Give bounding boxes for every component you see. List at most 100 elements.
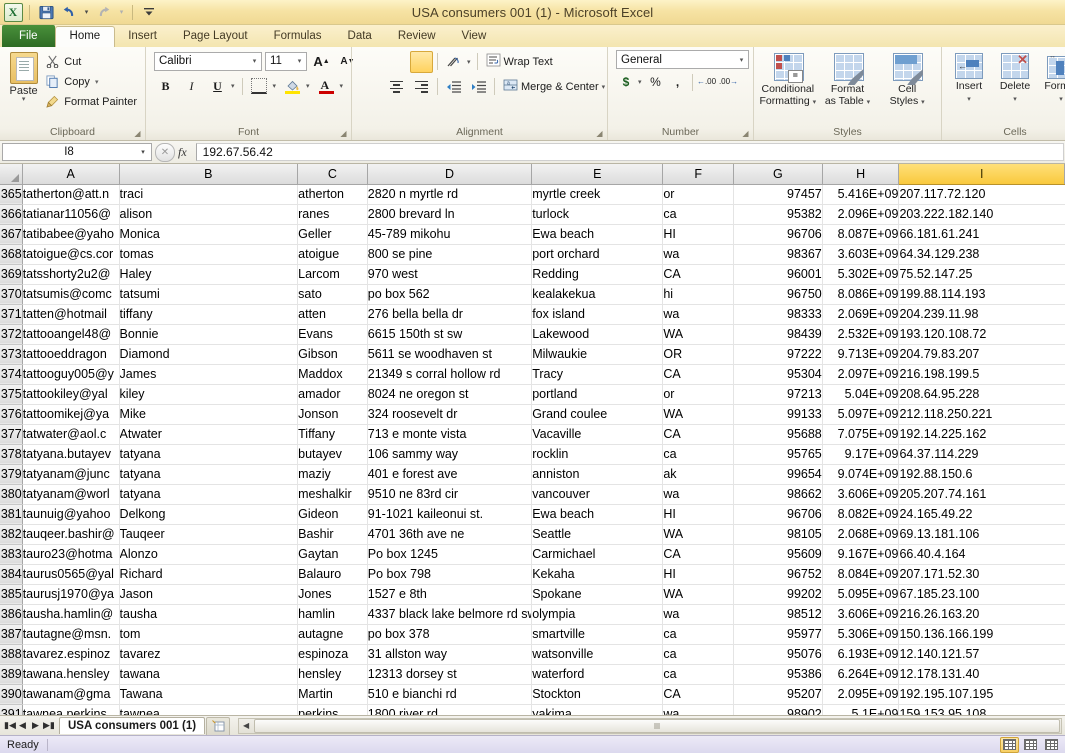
cell-D385[interactable]: 1527 e 8th xyxy=(367,584,533,605)
align-bottom-button[interactable] xyxy=(410,50,433,73)
cell-A366[interactable]: tatianar11056@ xyxy=(22,204,120,225)
cell-A365[interactable]: tatherton@att.n xyxy=(22,184,120,205)
cell-F373[interactable]: OR xyxy=(662,344,734,365)
column-header-B[interactable]: B xyxy=(119,164,299,185)
cell-I368[interactable]: 64.34.129.238 xyxy=(898,244,1065,265)
row-header[interactable]: 371 xyxy=(0,304,23,325)
table-row[interactable]: 371 tatten@hotmail tiffany atten 276 bella b… xyxy=(0,304,1065,325)
cell-G385[interactable]: 99202 xyxy=(733,584,823,605)
cell-E375[interactable]: portland xyxy=(531,384,664,405)
cell-B376[interactable]: Mike xyxy=(119,404,299,425)
cell-D369[interactable]: 970 west xyxy=(367,264,533,285)
cell-I374[interactable]: 216.198.199.5 xyxy=(898,364,1065,385)
cell-G379[interactable]: 99654 xyxy=(733,464,823,485)
font-color-split-button[interactable]: A ▾ xyxy=(315,75,346,97)
sheet-tab-active[interactable]: USA consumers 001 (1) xyxy=(59,717,206,734)
cell-H367[interactable]: 8.087E+09 xyxy=(822,224,900,245)
cell-E389[interactable]: waterford xyxy=(531,664,664,685)
cell-A376[interactable]: tattoomikej@ya xyxy=(22,404,120,425)
table-row[interactable]: 378 tatyana.butayev tatyana butayev 106 samm… xyxy=(0,444,1065,465)
row-header[interactable]: 375 xyxy=(0,384,23,405)
table-row[interactable]: 370 tatsumis@comc tatsumi sato po box 562 kea… xyxy=(0,284,1065,305)
cell-A375[interactable]: tattookiley@yal xyxy=(22,384,120,405)
cell-A373[interactable]: tattooeddragon xyxy=(22,344,120,365)
cell-I380[interactable]: 205.207.74.161 xyxy=(898,484,1065,505)
cell-A378[interactable]: tatyana.butayev xyxy=(22,444,120,465)
cell-G366[interactable]: 95382 xyxy=(733,204,823,225)
name-box[interactable]: I8 ▾ xyxy=(2,143,152,161)
cell-H377[interactable]: 7.075E+09 xyxy=(822,424,900,445)
cell-A387[interactable]: tautagne@msn. xyxy=(22,624,120,645)
cell-G365[interactable]: 97457 xyxy=(733,184,823,205)
row-header[interactable]: 379 xyxy=(0,464,23,485)
cell-D391[interactable]: 1800 river rd xyxy=(367,704,533,715)
paste-caret-icon[interactable]: ▾ xyxy=(22,96,26,103)
cell-F378[interactable]: ca xyxy=(662,444,734,465)
cell-D374[interactable]: 21349 s corral hollow rd xyxy=(367,364,533,385)
cell-B385[interactable]: Jason xyxy=(119,584,299,605)
cell-E367[interactable]: Ewa beach xyxy=(531,224,664,245)
cell-A381[interactable]: taunuig@yahoo xyxy=(22,504,120,525)
orientation-split-button[interactable]: ▾ xyxy=(442,51,473,73)
cell-C374[interactable]: Maddox xyxy=(297,364,368,385)
cell-I373[interactable]: 204.79.83.207 xyxy=(898,344,1065,365)
cell-E380[interactable]: vancouver xyxy=(531,484,664,505)
row-header[interactable]: 384 xyxy=(0,564,23,585)
orientation-caret-icon[interactable]: ▾ xyxy=(465,58,473,66)
row-header[interactable]: 390 xyxy=(0,684,23,705)
cell-B390[interactable]: Tawana xyxy=(119,684,299,705)
insert-worksheet-icon[interactable] xyxy=(206,716,231,735)
table-row[interactable]: 372 tattooangel48@ Bonnie Evans 6615 150th s… xyxy=(0,324,1065,345)
cell-I382[interactable]: 69.13.181.106 xyxy=(898,524,1065,545)
last-sheet-icon[interactable]: ▶▮ xyxy=(43,720,55,731)
row-header[interactable]: 374 xyxy=(0,364,23,385)
font-size-caret-icon[interactable]: ▾ xyxy=(293,57,306,65)
merge-center-button[interactable]: a Merge & Center ▾ xyxy=(499,75,609,98)
cell-H379[interactable]: 9.074E+09 xyxy=(822,464,900,485)
cell-H371[interactable]: 2.069E+09 xyxy=(822,304,900,325)
cell-H369[interactable]: 5.302E+09 xyxy=(822,264,900,285)
row-header[interactable]: 386 xyxy=(0,604,23,625)
cell-B377[interactable]: Atwater xyxy=(119,424,299,445)
cell-A377[interactable]: tatwater@aol.c xyxy=(22,424,120,445)
cell-E382[interactable]: Seattle xyxy=(531,524,664,545)
row-header[interactable]: 388 xyxy=(0,644,23,665)
cell-G391[interactable]: 98902 xyxy=(733,704,823,715)
row-header[interactable]: 383 xyxy=(0,544,23,565)
cell-G387[interactable]: 95977 xyxy=(733,624,823,645)
cell-C370[interactable]: sato xyxy=(297,284,368,305)
cell-E374[interactable]: Tracy xyxy=(531,364,664,385)
tab-data[interactable]: Data xyxy=(335,26,385,47)
italic-button[interactable]: I xyxy=(180,75,203,97)
table-row[interactable]: 365 tatherton@att.n traci atherton 2820 n my… xyxy=(0,184,1065,205)
cell-F379[interactable]: ak xyxy=(662,464,734,485)
cell-A385[interactable]: taurusj1970@ya xyxy=(22,584,120,605)
table-row[interactable]: 386 tausha.hamlin@ tausha hamlin 4337 black … xyxy=(0,604,1065,625)
cell-E370[interactable]: kealakekua xyxy=(531,284,664,305)
cell-E376[interactable]: Grand coulee xyxy=(531,404,664,425)
cell-C387[interactable]: autagne xyxy=(297,624,368,645)
accounting-format-split-button[interactable]: $ ▾ xyxy=(616,72,644,92)
cell-C391[interactable]: perkins xyxy=(297,704,368,715)
cell-H375[interactable]: 5.04E+09 xyxy=(822,384,900,405)
row-header[interactable]: 365 xyxy=(0,184,23,205)
table-row[interactable]: 391 tawnea.perkins tawnea perkins 1800 river… xyxy=(0,704,1065,715)
cell-A383[interactable]: tauro23@hotma xyxy=(22,544,120,565)
cell-C365[interactable]: atherton xyxy=(297,184,368,205)
cell-F370[interactable]: hi xyxy=(662,284,734,305)
cell-C369[interactable]: Larcom xyxy=(297,264,368,285)
cell-D377[interactable]: 713 e monte vista xyxy=(367,424,533,445)
cell-C375[interactable]: amador xyxy=(297,384,368,405)
spreadsheet-grid[interactable]: A B C D E F G H I 365 tatherton@att.n trac… xyxy=(0,164,1065,715)
cell-A374[interactable]: tattooguy005@y xyxy=(22,364,120,385)
cell-C373[interactable]: Gibson xyxy=(297,344,368,365)
cell-F368[interactable]: wa xyxy=(662,244,734,265)
cell-G390[interactable]: 95207 xyxy=(733,684,823,705)
cell-F389[interactable]: ca xyxy=(662,664,734,685)
cell-I369[interactable]: 75.52.147.25 xyxy=(898,264,1065,285)
cell-B369[interactable]: Haley xyxy=(119,264,299,285)
cell-D379[interactable]: 401 e forest ave xyxy=(367,464,533,485)
cell-B381[interactable]: Delkong xyxy=(119,504,299,525)
format-as-table-button[interactable]: Format as Table ▾ xyxy=(818,51,878,108)
cell-E368[interactable]: port orchard xyxy=(531,244,664,265)
